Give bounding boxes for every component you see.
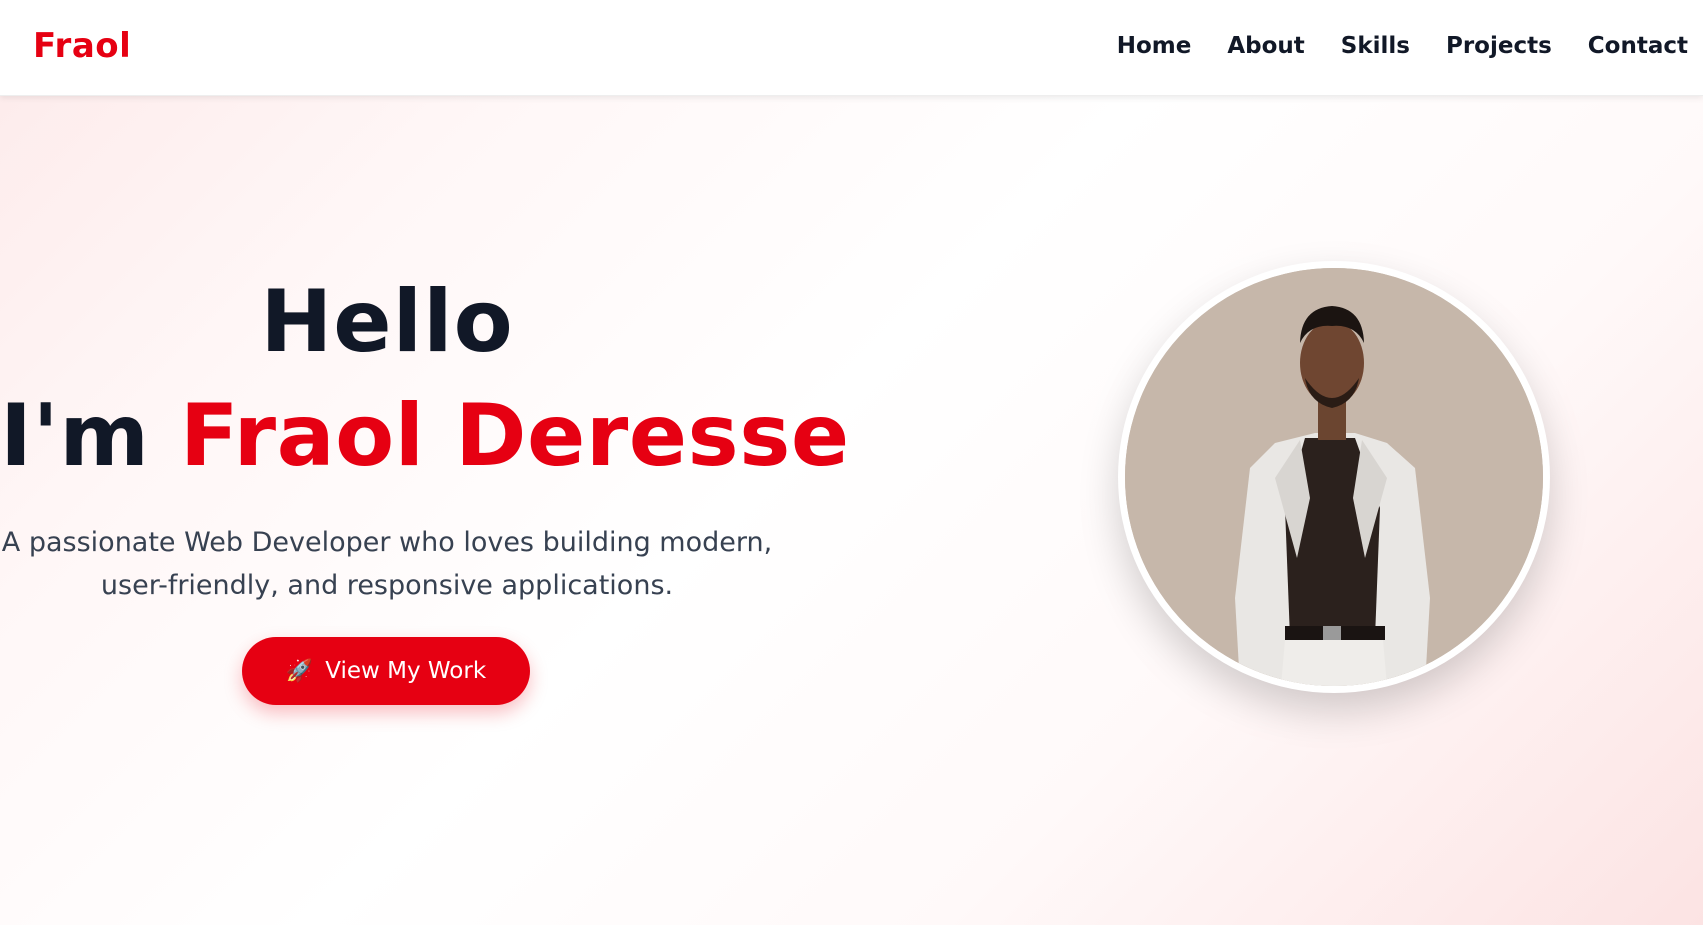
- hero-name: Fraol Deresse: [179, 386, 850, 486]
- profile-photo: [1125, 268, 1543, 686]
- nav-link-about[interactable]: About: [1227, 33, 1304, 59]
- hero-greeting: Hello: [260, 272, 514, 372]
- hero-tagline-line2: user-friendly, and responsive applicatio…: [100, 570, 674, 601]
- hero-intro: I'm Fraol Deresse: [0, 386, 849, 486]
- hero-tagline: A passionate Web Developer who loves bui…: [0, 521, 774, 607]
- nav-links: Home About Skills Projects Contact: [1117, 33, 1688, 59]
- person-illustration: [1125, 268, 1543, 686]
- view-my-work-label: View My Work: [325, 658, 487, 684]
- profile-photo-frame: [1118, 261, 1550, 693]
- hero-section: Hello I'm Fraol Deresse A passionate Web…: [0, 96, 1703, 925]
- logo[interactable]: Fraol: [33, 26, 131, 66]
- hero-intro-prefix: I'm: [0, 386, 150, 486]
- hero-tagline-line1: A passionate Web Developer who loves bui…: [1, 527, 773, 558]
- nav-link-skills[interactable]: Skills: [1341, 33, 1410, 59]
- rocket-icon: 🚀: [285, 658, 314, 684]
- view-my-work-button[interactable]: 🚀 View My Work: [242, 637, 530, 705]
- navbar: Fraol Home About Skills Projects Contact: [0, 0, 1703, 96]
- nav-link-contact[interactable]: Contact: [1588, 33, 1688, 59]
- nav-link-projects[interactable]: Projects: [1446, 33, 1552, 59]
- nav-link-home[interactable]: Home: [1117, 33, 1192, 59]
